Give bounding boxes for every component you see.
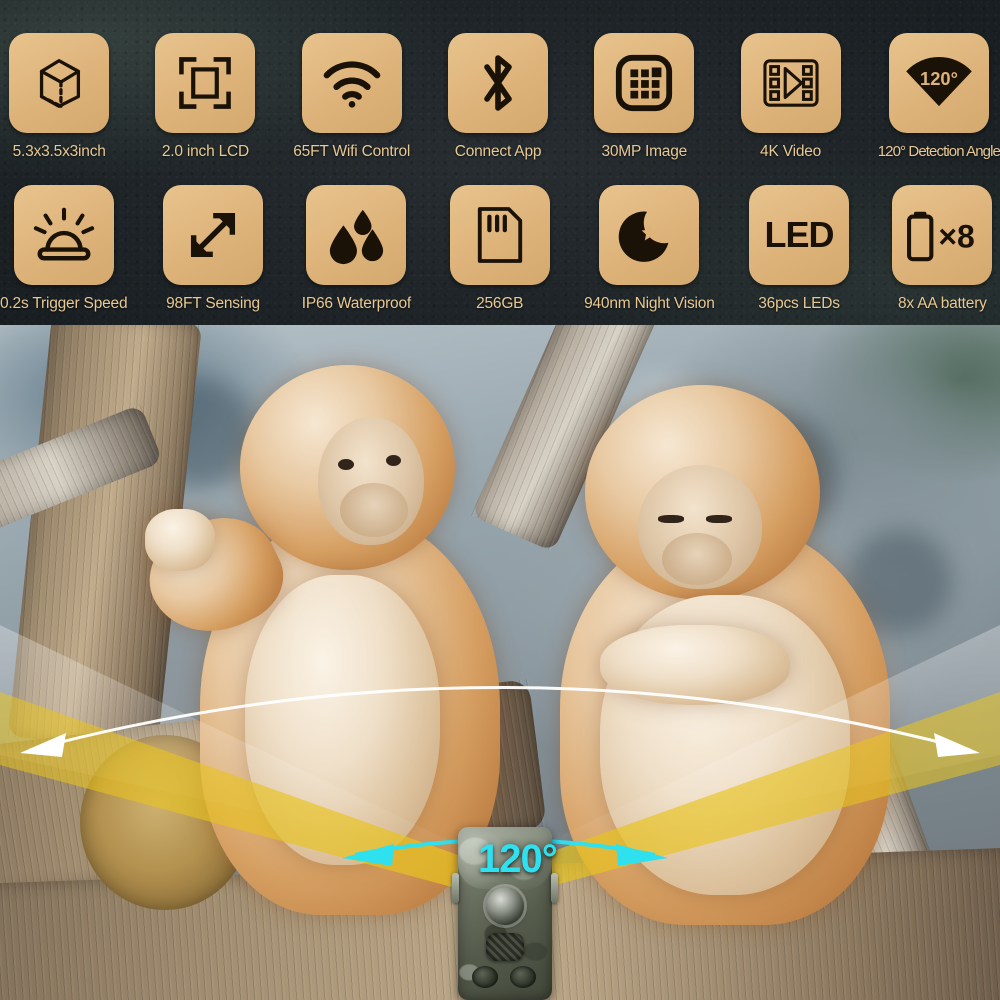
feature-row-bottom: 0.2s Trigger Speed 98FT Sensing IP66 Wat… — [0, 185, 1000, 312]
feature-label: 4K Video — [760, 143, 822, 160]
wifi-icon — [301, 33, 402, 133]
sd-card-icon — [449, 185, 550, 285]
monkey-left-snout — [340, 483, 408, 537]
feature-item-waterproof[interactable]: IP66 Waterproof — [299, 185, 414, 312]
feature-label: 256GB — [476, 295, 524, 312]
feature-label: 0.2s Trigger Speed — [0, 295, 128, 312]
monkey-right-hands — [600, 625, 790, 705]
feature-item-trigger-speed[interactable]: 0.2s Trigger Speed — [0, 185, 128, 312]
feature-label: 5.3x3.5x3inch — [12, 143, 106, 160]
bluetooth-icon — [448, 33, 548, 133]
monkey-right-snout — [662, 533, 732, 585]
battery-icon-text: ×8 — [939, 219, 975, 255]
moon-stars-icon — [599, 185, 700, 285]
trail-camera — [452, 803, 558, 1000]
feature-item-storage[interactable]: 256GB — [442, 185, 557, 312]
monkey-left-chest — [245, 575, 440, 865]
monkey-left-eye — [338, 459, 354, 470]
feature-label: 30MP Image — [601, 143, 688, 160]
fan-angle-icon: 120° — [888, 33, 989, 133]
feature-label: IP66 Waterproof — [301, 295, 412, 312]
feature-item-app[interactable]: Connect App — [439, 33, 557, 160]
feature-label: Connect App — [454, 143, 542, 160]
monkey-left-hand — [145, 509, 215, 571]
diagonal-arrows-icon — [163, 185, 264, 285]
camera-ir-led-right — [510, 966, 536, 988]
feature-item-detection-angle[interactable]: 120° 120° Detection Angle — [878, 33, 1000, 160]
screen-frame-icon — [155, 33, 256, 133]
feature-label: 36pcs LEDs — [758, 295, 840, 312]
camera-latch-right — [551, 873, 558, 903]
camera-pir-sensor — [486, 933, 524, 961]
feature-label: 120° Detection Angle — [877, 143, 1000, 160]
cube-icon — [9, 33, 110, 133]
led-text-icon-text: LED — [765, 214, 834, 255]
monkey-right-eye — [658, 515, 684, 523]
feature-item-lcd[interactable]: 2.0 inch LCD — [146, 33, 264, 160]
camera-hood — [458, 827, 552, 889]
feature-item-dimensions[interactable]: 5.3x3.5x3inch — [0, 33, 118, 160]
product-scene-photo: 120° — [0, 325, 1000, 1000]
water-drops-icon — [306, 185, 407, 285]
led-text-icon: LED — [749, 185, 850, 285]
feature-item-battery[interactable]: ×8 8x AA battery — [885, 185, 1000, 312]
film-play-icon — [740, 33, 841, 133]
feature-item-wifi[interactable]: 65FT Wifi Control — [293, 33, 411, 160]
camera-lens — [486, 887, 524, 925]
monkey-left-eye — [386, 455, 401, 466]
feature-item-leds[interactable]: LED 36pcs LEDs — [741, 185, 856, 312]
feature-row-top: 5.3x3.5x3inch 2.0 inch LCD 65FT Wifi Con… — [0, 33, 1000, 160]
battery-icon: ×8 — [892, 185, 993, 285]
camera-ir-led-left — [472, 966, 498, 988]
product-feature-page: 5.3x3.5x3inch 2.0 inch LCD 65FT Wifi Con… — [0, 0, 1000, 1000]
feature-label: 940nm Night Vision — [584, 295, 715, 312]
feature-item-video[interactable]: 4K Video — [731, 33, 849, 160]
feature-label: 8x AA battery — [897, 295, 987, 312]
feature-label: 65FT Wifi Control — [293, 143, 411, 160]
siren-light-icon — [13, 185, 114, 285]
pixel-grid-icon — [594, 33, 695, 133]
feature-banner: 5.3x3.5x3inch 2.0 inch LCD 65FT Wifi Con… — [0, 0, 1000, 325]
monkey-right-eye — [706, 515, 732, 523]
feature-label: 2.0 inch LCD — [161, 143, 250, 160]
feature-label: 98FT Sensing — [166, 295, 260, 312]
feature-item-sensing-range[interactable]: 98FT Sensing — [155, 185, 270, 312]
camera-latch-left — [452, 873, 459, 903]
feature-item-night-vision[interactable]: 940nm Night Vision — [584, 185, 715, 312]
fan-angle-icon-text: 120° — [920, 68, 958, 89]
feature-item-image-resolution[interactable]: 30MP Image — [585, 33, 703, 160]
